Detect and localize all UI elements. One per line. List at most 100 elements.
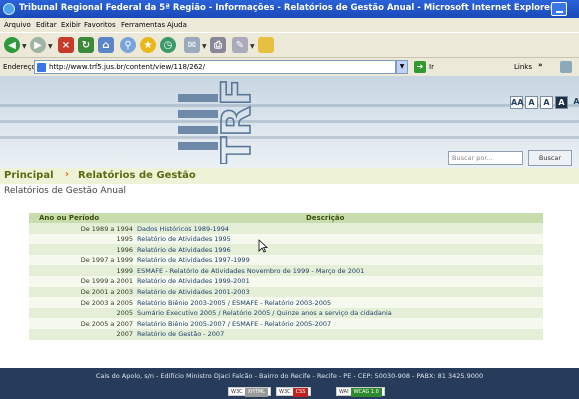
history-icon[interactable]: ◷	[160, 37, 176, 53]
badge-tag: WCAG 1.0	[350, 388, 382, 397]
footer-address: Cais do Apolo, s/n - Edifício Ministro D…	[95, 372, 484, 380]
toolbar: ◀ ▼ ▶ ▼ × ↻ ⌂ ⚲ ★ ◷ ✉ ▼ ⎙ ✎ ▼	[0, 32, 579, 58]
go-button-label[interactable]: Ir	[429, 63, 434, 71]
font-increase-button[interactable]: A	[525, 96, 538, 109]
browser-window: Tribunal Regional Federal da 5ª Região -…	[0, 0, 579, 399]
validation-badge[interactable]: W3C CSS	[276, 387, 312, 397]
search-input[interactable]: Buscar por...	[448, 151, 523, 165]
table-body: De 1989 a 1994 Dados Históricos 1989-1994…	[29, 223, 543, 340]
report-link[interactable]: Relatório de Atividades 1999-2001	[137, 277, 250, 285]
edit-icon[interactable]: ✎	[232, 37, 248, 53]
back-icon[interactable]: ◀	[4, 37, 20, 53]
row-period: De 1989 a 1994	[80, 224, 133, 233]
address-url[interactable]: http://www.trf5.jus.br/content/view/118/…	[49, 63, 205, 71]
back-dropdown-icon[interactable]: ▼	[22, 43, 27, 50]
report-link[interactable]: ESMAFE - Relatório de Atividades Novembr…	[137, 267, 364, 275]
search-button[interactable]: Buscar	[528, 150, 572, 166]
report-link[interactable]: Sumário Executivo 2005 / Relatório 2005 …	[137, 309, 392, 317]
mail-icon[interactable]: ✉	[184, 37, 200, 53]
minimize-button[interactable]	[551, 2, 567, 16]
row-period: 2005	[116, 309, 133, 318]
address-label: Endereço	[3, 63, 36, 71]
table-row: De 2005 a 2007 Relatório Biênio 2005-2007…	[29, 318, 543, 329]
validation-badge[interactable]: W3C XHTML	[228, 387, 271, 397]
badge-label: WAI	[339, 389, 349, 395]
address-dropdown-icon[interactable]: ▼	[396, 60, 408, 74]
edit-dropdown-icon[interactable]: ▼	[250, 43, 255, 50]
forward-dropdown-icon[interactable]: ▼	[48, 43, 53, 50]
menu-arquivo[interactable]: Arquivo	[4, 21, 31, 29]
page-footer: Cais do Apolo, s/n - Edifício Ministro D…	[0, 368, 579, 399]
font-reset-button[interactable]: AA	[510, 96, 523, 109]
breadcrumb-home[interactable]: Principal	[4, 170, 54, 181]
refresh-icon[interactable]: ↻	[78, 37, 94, 53]
table-row: 2007 Relatório de Gestão - 2007	[29, 328, 543, 340]
menu-bar: Arquivo Editar Exibir Favoritos Ferramen…	[0, 18, 579, 32]
table-row: De 1997 a 1999 Relatório de Atividades 19…	[29, 254, 543, 266]
header-period: Ano ou Período	[39, 214, 100, 222]
normal-contrast-button[interactable]: A	[570, 96, 579, 109]
breadcrumb-separator: ›	[65, 169, 70, 180]
badge-tag: CSS	[292, 388, 309, 397]
font-decrease-button[interactable]: A	[540, 96, 553, 109]
mouse-cursor-icon	[258, 239, 268, 253]
table-row: De 2003 a 2005 Relatório Biênio 2003-2005…	[29, 297, 543, 308]
mail-dropdown-icon[interactable]: ▼	[202, 43, 207, 50]
page-title: Relatórios de Gestão Anual	[4, 186, 126, 196]
menu-exibir[interactable]: Exibir	[61, 21, 81, 29]
menu-ajuda[interactable]: Ajuda	[167, 21, 187, 29]
report-link[interactable]: Relatório de Atividades 1995	[137, 235, 231, 243]
web-page: TRF5 AA A A A A Buscar por... Buscar Pri…	[0, 76, 579, 399]
title-bar: Tribunal Regional Federal da 5ª Região -…	[0, 0, 579, 18]
report-link[interactable]: Relatório de Atividades 1996	[137, 246, 231, 254]
table-header: Ano ou Período Descrição	[29, 213, 543, 223]
row-period: De 2005 a 2007	[80, 319, 133, 328]
ie-logo-icon	[3, 3, 15, 15]
logo-text: TRF5	[214, 80, 260, 164]
address-bar: Endereço http://www.trf5.jus.br/content/…	[0, 58, 579, 76]
report-link[interactable]: Relatório Biênio 2003-2005 / ESMAFE - Re…	[137, 299, 331, 307]
window-title: Tribunal Regional Federal da 5ª Região -…	[19, 3, 555, 13]
badge-label: W3C	[231, 389, 243, 395]
row-period: De 1997 a 1999	[80, 256, 133, 265]
badge-tag: XHTML	[244, 388, 268, 397]
table-row: 1996 Relatório de Atividades 1996	[29, 244, 543, 255]
menu-favoritos[interactable]: Favoritos	[84, 21, 116, 29]
go-icon[interactable]: ➜	[414, 61, 426, 73]
toolbar-extra-icon[interactable]	[560, 61, 572, 73]
row-period: 1995	[116, 235, 133, 244]
search-icon[interactable]: ⚲	[120, 37, 136, 53]
home-icon[interactable]: ⌂	[98, 37, 114, 53]
forward-icon[interactable]: ▶	[30, 37, 46, 53]
stop-icon[interactable]: ×	[58, 37, 74, 53]
row-period: De 1999 a 2001	[80, 277, 133, 286]
table-row: De 1989 a 1994 Dados Históricos 1989-1994	[29, 223, 543, 234]
table-row: 1995 Relatório de Atividades 1995	[29, 233, 543, 245]
report-link[interactable]: Relatório Biênio 2005-2007 / ESMAFE - Re…	[137, 320, 331, 328]
validation-badge[interactable]: WAI WCAG 1.0	[336, 387, 385, 397]
favorites-icon[interactable]: ★	[140, 37, 156, 53]
breadcrumb: Principal › Relatórios de Gestão	[0, 168, 579, 184]
report-link[interactable]: Relatório de Atividades 1997-1999	[137, 256, 250, 264]
reports-table: Ano ou Período Descrição De 1989 a 1994 D…	[29, 213, 543, 340]
report-link[interactable]: Relatório de Atividades 2001-2003	[137, 288, 250, 296]
header-description: Descrição	[306, 214, 345, 222]
menu-editar[interactable]: Editar	[36, 21, 57, 29]
links-label[interactable]: Links	[514, 63, 532, 71]
row-period: De 2003 a 2005	[80, 298, 133, 307]
menu-ferramentas[interactable]: Ferramentas	[121, 21, 165, 29]
row-period: 2007	[116, 330, 133, 339]
address-field[interactable]: http://www.trf5.jus.br/content/view/118/…	[34, 60, 396, 74]
breadcrumb-current[interactable]: Relatórios de Gestão	[78, 170, 196, 181]
high-contrast-button[interactable]: A	[555, 96, 568, 109]
report-link[interactable]: Relatório de Gestão - 2007	[137, 330, 224, 338]
report-link[interactable]: Dados Históricos 1989-1994	[137, 225, 229, 233]
table-row: De 1999 a 2001 Relatório de Atividades 19…	[29, 275, 543, 287]
site-banner: TRF5 AA A A A A Buscar por... Buscar	[0, 76, 579, 168]
row-period: 1996	[116, 245, 133, 254]
folder-icon[interactable]	[258, 37, 274, 53]
row-period: 1999	[116, 266, 133, 275]
links-more-icon[interactable]: »	[538, 61, 543, 69]
table-row: 1999 ESMAFE - Relatório de Atividades Nov…	[29, 265, 543, 276]
print-icon[interactable]: ⎙	[210, 37, 226, 53]
